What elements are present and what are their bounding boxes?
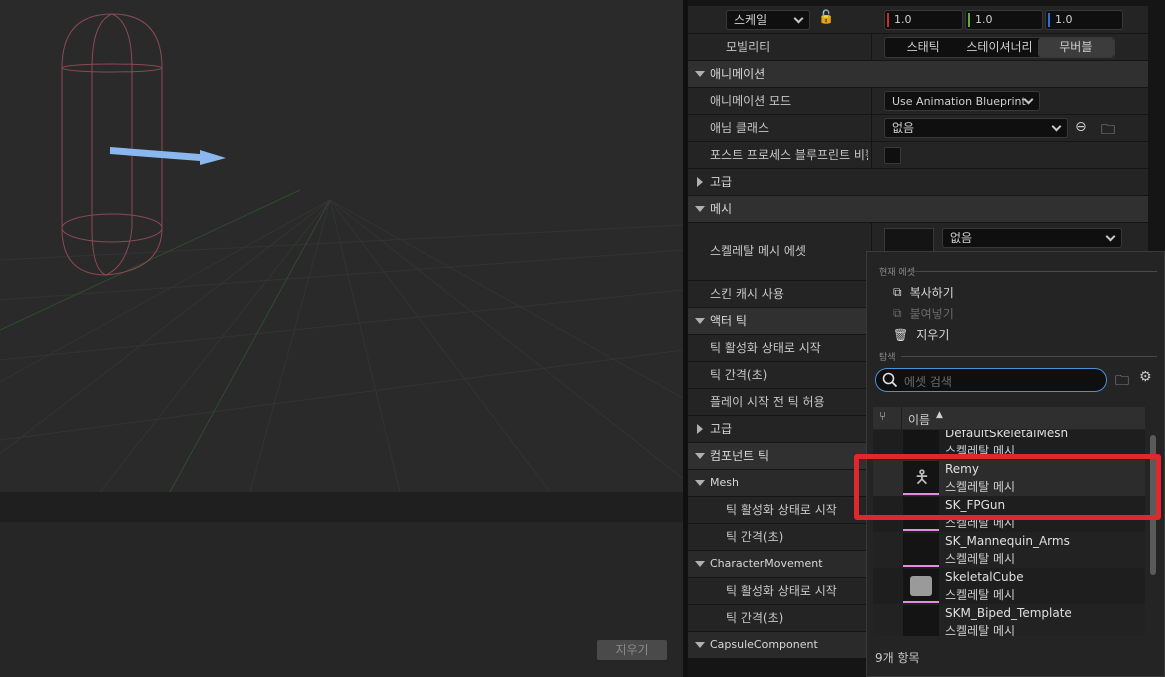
copy-icon: ⧉ [893, 285, 902, 299]
viewport-grid [0, 13, 683, 492]
list-header: ⑂ 이름 ▲ [873, 407, 1145, 429]
sort-ascending-icon: ▲ [936, 410, 943, 420]
expand-arrow-icon [695, 71, 705, 77]
expand-arrow-icon [695, 318, 705, 324]
asset-thumbnail [903, 605, 939, 636]
asset-thumbnail [903, 569, 939, 603]
lock-icon[interactable]: 🔓 [818, 10, 834, 25]
mobility-static[interactable]: 스태틱 [885, 38, 961, 57]
highlight-box [854, 454, 1161, 520]
output-log-area [0, 522, 683, 677]
item-count: 9개 항목 [875, 651, 920, 665]
mobility-segmented: 스태틱 스테이셔너리 무버블 [884, 37, 1115, 58]
expand-arrow-icon [695, 561, 705, 567]
post-process-row: 포스트 프로세스 블루프린트 비활... [688, 142, 1148, 169]
expand-arrow-icon [695, 453, 705, 459]
mesh-thumbnail[interactable] [884, 228, 934, 252]
mobility-stationary[interactable]: 스테이셔너리 [961, 38, 1037, 57]
chevron-down-icon [1105, 231, 1116, 242]
trash-icon: 🗑 [893, 327, 909, 342]
collapse-arrow-icon [697, 177, 703, 187]
post-process-checkbox[interactable] [884, 147, 901, 164]
search-icon [882, 372, 898, 388]
paste-menu-item[interactable]: ⧉ 붙여넣기 [893, 305, 954, 322]
divider [901, 356, 1157, 357]
expand-arrow-icon [695, 642, 705, 648]
clear-menu-item[interactable]: 🗑 지우기 [893, 326, 949, 343]
viewport-bottom-bar [0, 492, 683, 522]
use-selected-icon[interactable]: ⊖ [1075, 119, 1087, 135]
animation-category[interactable]: 애니메이션 [688, 61, 1148, 88]
anim-mode-combo[interactable]: Use Animation Blueprint [884, 91, 1040, 111]
folder-icon[interactable]: 🗀 [1115, 370, 1129, 394]
copy-menu-item[interactable]: ⧉ 복사하기 [893, 284, 954, 301]
gear-icon[interactable]: ⚙ [1139, 369, 1152, 385]
asset-search-input[interactable]: 에셋 검색 [875, 368, 1107, 392]
scale-y-input[interactable]: 1.0 [965, 10, 1043, 30]
mesh-category[interactable]: 메시 [688, 196, 1148, 223]
expand-arrow-icon [695, 480, 705, 486]
list-item[interactable]: SkeletalCube 스켈레탈 메시 [873, 568, 1145, 604]
scale-x-input[interactable]: 1.0 [884, 10, 963, 30]
divider [909, 271, 1157, 272]
scale-z-input[interactable]: 1.0 [1045, 10, 1123, 30]
skeletal-mesh-combo[interactable]: 없음 [942, 228, 1122, 248]
advanced-group[interactable]: 고급 [688, 169, 1148, 196]
browse-asset-icon[interactable]: 🗀 [1101, 119, 1115, 143]
scale-mode-combo[interactable]: 스케일 [726, 10, 810, 30]
name-column-header[interactable]: 이름 ▲ [901, 407, 1145, 429]
browse-header: 탐색 [879, 353, 896, 363]
level-viewport[interactable] [0, 0, 683, 492]
chevron-down-icon [1051, 121, 1062, 132]
mobility-movable[interactable]: 무버블 [1037, 38, 1114, 57]
anim-class-combo[interactable]: 없음 [884, 118, 1068, 138]
chevron-down-icon [793, 13, 804, 24]
asset-thumbnail [903, 533, 939, 567]
clear-log-button[interactable]: 지우기 [597, 640, 667, 660]
expand-arrow-icon [695, 206, 705, 212]
capsule-wireframe [61, 13, 163, 276]
source-control-icon[interactable]: ⑂ [879, 409, 886, 423]
paste-icon: ⧉ [893, 306, 902, 320]
collapse-arrow-icon [697, 424, 703, 434]
forward-arrow [110, 147, 226, 165]
list-item[interactable]: SK_Mannequin_Arms 스켈레탈 메시 [873, 532, 1145, 568]
list-item[interactable]: SKM_Biped_Template 스켈레탈 메시 [873, 604, 1145, 636]
